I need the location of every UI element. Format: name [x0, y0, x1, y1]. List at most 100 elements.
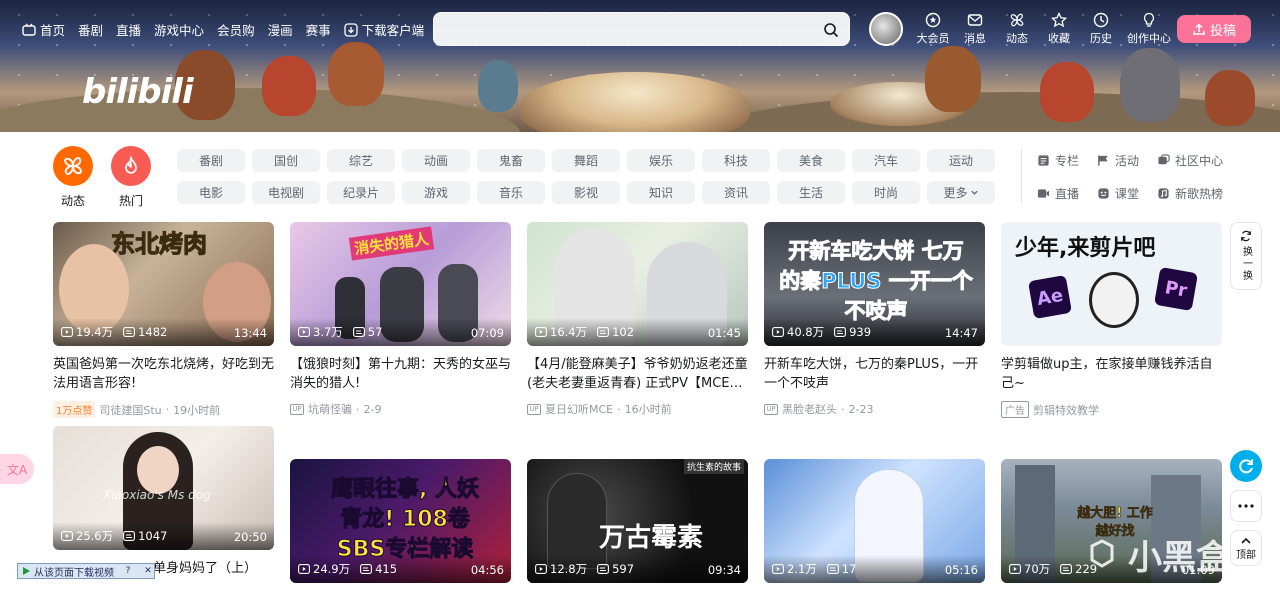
video-title[interactable]: 英国爸妈第一次吃东北烧烤，好吃到无法用语言形容! [53, 355, 274, 393]
channel-chip[interactable]: 时尚 [852, 181, 920, 204]
channel-chip[interactable]: 美食 [777, 149, 845, 172]
search-button[interactable] [819, 18, 843, 42]
nav-message[interactable]: 消息 [956, 12, 994, 46]
channel-chip[interactable]: 资讯 [702, 181, 770, 204]
channel-chip[interactable]: 汽车 [852, 149, 920, 172]
nav-favorites[interactable]: 收藏 [1040, 12, 1078, 46]
video-author[interactable]: 夏日幻听MCE [545, 401, 613, 417]
video-thumbnail[interactable]: 2.1万 17 05:16 [764, 459, 985, 583]
refresh-feed-button[interactable] [1230, 450, 1262, 482]
video-card[interactable]: 2.1万 17 05:16 [764, 459, 985, 583]
channel-chip[interactable]: 国创 [252, 149, 320, 172]
channel-chip[interactable]: 音乐 [477, 181, 545, 204]
video-thumbnail[interactable]: 抗生素的故事 万古霉素 12.8万 597 09:34 [527, 459, 748, 583]
nav-history[interactable]: 历史 [1082, 12, 1120, 46]
danmaku-count-value: 17 [841, 562, 857, 576]
video-thumbnail[interactable]: 鹰眼往事, 人妖青龙! 108卷SBS专栏解读 24.9万 415 04:56 [290, 459, 511, 583]
video-card[interactable]: Xiaoxiao's Ms dog 25.6万 1047 20:50 单身妈妈了… [53, 426, 274, 578]
video-card[interactable]: 消失的猎人 3.7万 57 07:09 【饿狼时刻】第十九期：天秀的女巫与消失的… [290, 222, 511, 417]
danmaku-count-value: 939 [849, 325, 872, 339]
close-icon[interactable]: ✕ [142, 565, 154, 577]
upload-button[interactable]: 投稿 [1177, 15, 1251, 43]
channel-chip[interactable]: 知识 [627, 181, 695, 204]
pr-logo: Pr [1153, 266, 1199, 312]
user-avatar[interactable] [869, 12, 903, 46]
channel-chip[interactable]: 番剧 [177, 149, 245, 172]
danmaku-count-value: 102 [612, 325, 635, 339]
video-title[interactable]: 学剪辑做up主，在家接单赚钱养活自己~ [1001, 355, 1222, 393]
channel-chip[interactable]: 电视剧 [252, 181, 320, 204]
link-live[interactable]: 直播 [1037, 185, 1097, 202]
channel-chip[interactable]: 纪录片 [327, 181, 395, 204]
nav-download-client[interactable]: 下载客户端 [343, 20, 424, 39]
ad-card[interactable]: 少年,来剪片吧 Ae Pr 学剪辑做up主，在家接单赚钱养活自己~ 广告 剪辑特… [1001, 222, 1222, 418]
video-card[interactable]: 东北烤肉 19.4万 1482 13:44 英国爸妈第一次吃东北烧烤，好吃到无法… [53, 222, 274, 418]
video-card[interactable]: 16.4万 102 01:45 【4月/能登麻美子】爷爷奶奶返老还童(老夫老妻重… [527, 222, 748, 417]
video-thumbnail[interactable]: 16.4万 102 01:45 [527, 222, 748, 346]
video-thumbnail[interactable]: 消失的猎人 3.7万 57 07:09 [290, 222, 511, 346]
video-card[interactable]: 开新车吃大饼 七万的秦PLUS 一开一个不吱声 40.8万 939 14:47 … [764, 222, 985, 417]
video-author[interactable]: 剪辑特效教学 [1033, 402, 1099, 418]
channel-chip[interactable]: 生活 [777, 181, 845, 204]
channel-chip[interactable]: 科技 [702, 149, 770, 172]
channel-chip[interactable]: 动画 [402, 149, 470, 172]
channel-chip[interactable]: 鬼畜 [477, 149, 545, 172]
channel-chip[interactable]: 运动 [927, 149, 995, 172]
meta-separator: · [841, 402, 845, 416]
channel-chip[interactable]: 综艺 [327, 149, 395, 172]
video-card[interactable]: 鹰眼往事, 人妖青龙! 108卷SBS专栏解读 24.9万 415 04:56 [290, 459, 511, 583]
quick-hot-button[interactable] [111, 146, 151, 186]
channel-chip[interactable]: 游戏 [402, 181, 470, 204]
video-thumbnail[interactable]: 少年,来剪片吧 Ae Pr [1001, 222, 1222, 346]
danmaku-icon [826, 564, 839, 574]
nav-bangumi[interactable]: 番剧 [78, 20, 103, 39]
nav-match[interactable]: 赛事 [306, 20, 331, 39]
link-article[interactable]: 专栏 [1037, 152, 1097, 169]
channel-chip[interactable]: 影视 [552, 181, 620, 204]
link-class[interactable]: 课堂 [1097, 185, 1157, 202]
nav-game-center[interactable]: 游戏中心 [154, 20, 204, 39]
channel-chip[interactable]: 娱乐 [627, 149, 695, 172]
help-icon[interactable]: ? [122, 565, 134, 577]
link-activity[interactable]: 活动 [1097, 152, 1157, 169]
nav-home[interactable]: 首页 [22, 20, 65, 39]
video-thumbnail[interactable]: 开新车吃大饼 七万的秦PLUS 一开一个不吱声 40.8万 939 14:47 [764, 222, 985, 346]
translate-pill[interactable]: 文A [0, 454, 34, 484]
video-title[interactable]: 开新车吃大饼，七万的秦PLUS，一开一个不吱声 [764, 355, 985, 393]
up-icon: UP [764, 403, 778, 415]
more-button[interactable] [1230, 490, 1262, 522]
video-card[interactable]: 抗生素的故事 万古霉素 12.8万 597 09:34 [527, 459, 748, 583]
community-icon [1158, 154, 1170, 165]
video-title[interactable]: 【4月/能登麻美子】爷爷奶奶返老还童(老夫老妻重返青春) 正式PV【MCE… [527, 355, 748, 393]
quick-label: 动态 [60, 194, 85, 208]
link-new-songs[interactable]: 新歌热榜 [1157, 185, 1243, 202]
channel-chip[interactable]: 舞蹈 [552, 149, 620, 172]
video-author[interactable]: 坑萌怪骗 [308, 401, 352, 417]
nav-mall[interactable]: 会员购 [217, 20, 255, 39]
channel-chip[interactable]: 电影 [177, 181, 245, 204]
nav-manga[interactable]: 漫画 [268, 20, 293, 39]
nav-vip[interactable]: 大会员 [914, 12, 952, 46]
search-input[interactable] [446, 20, 806, 40]
video-thumbnail[interactable]: Xiaoxiao's Ms dog 25.6万 1047 20:50 [53, 426, 274, 550]
banner-character [328, 42, 384, 106]
more-channels-button[interactable]: 更多 [927, 181, 995, 204]
back-to-top-button[interactable]: 顶部 [1230, 530, 1262, 566]
video-duration: 13:44 [233, 326, 267, 340]
channel-label: 娱乐 [648, 154, 673, 168]
download-video-bar[interactable]: 从该页面下载视频 ? ✕ [17, 563, 155, 579]
nav-live[interactable]: 直播 [116, 20, 141, 39]
quick-dynamic-button[interactable] [53, 146, 93, 186]
nav-creator-center[interactable]: 创作中心 [1124, 12, 1174, 46]
video-meta: UP 坑萌怪骗 · 2-9 [290, 401, 511, 417]
link-label: 专栏 [1055, 154, 1080, 168]
nav-dynamic[interactable]: 动态 [998, 12, 1036, 46]
link-community[interactable]: 社区中心 [1157, 152, 1243, 169]
video-author[interactable]: 司徒建国Stu [99, 402, 161, 418]
video-title[interactable]: 【饿狼时刻】第十九期：天秀的女巫与消失的猎人! [290, 355, 511, 393]
upload-icon [1193, 23, 1205, 35]
bilibili-logo[interactable]: bilibili [82, 72, 194, 112]
video-author[interactable]: 黑脸老赵头 [782, 401, 837, 417]
video-thumbnail[interactable]: 东北烤肉 19.4万 1482 13:44 [53, 222, 274, 346]
swap-batch-button[interactable]: 换一换 [1230, 222, 1262, 290]
